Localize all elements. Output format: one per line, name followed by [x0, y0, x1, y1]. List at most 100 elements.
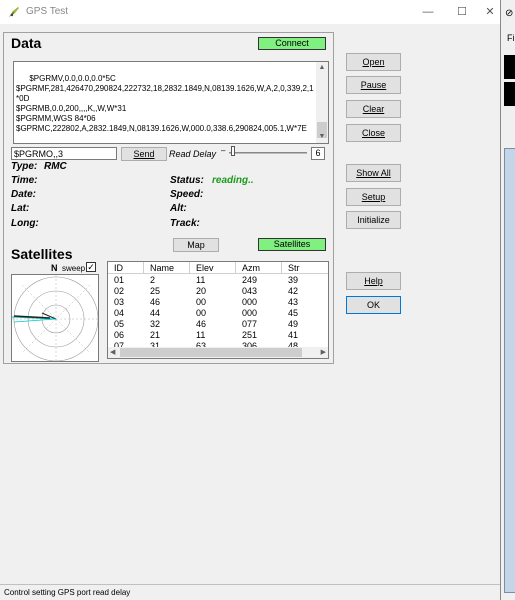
scroll-right-icon[interactable]: ▶: [321, 347, 326, 358]
slider-thumb[interactable]: [231, 146, 235, 156]
send-button[interactable]: Send: [121, 147, 167, 161]
data-heading: Data: [11, 35, 42, 51]
cell-name: 2: [150, 275, 156, 285]
sky-plot-graphic: [12, 275, 98, 361]
gps-panel: Data Connect $PGRMV,0.0,0.0,0.0*5C $PGRM…: [3, 32, 334, 364]
table-row[interactable]: 03 46 00 000 43: [108, 297, 308, 308]
table-row[interactable]: 02 25 20 043 42: [108, 286, 308, 297]
ok-button[interactable]: OK: [346, 296, 401, 314]
cell-elev: 11: [196, 330, 206, 340]
speed-label: Speed:: [170, 189, 204, 200]
cell-azm: 000: [242, 297, 258, 307]
setup-button-label: Setup: [361, 192, 386, 202]
help-button[interactable]: Help: [346, 272, 401, 290]
status-value: reading..: [212, 175, 254, 186]
column-header-id[interactable]: ID: [108, 262, 144, 274]
cell-elev: 11: [196, 275, 206, 285]
slider-track[interactable]: [229, 152, 307, 154]
table-row[interactable]: 04 44 00 000 45: [108, 308, 308, 319]
table-scroll-thumb[interactable]: [120, 348, 302, 357]
background-menu-text: Fi: [507, 33, 515, 43]
cell-str: 45: [288, 308, 299, 318]
cell-id: 01: [114, 275, 125, 285]
command-input[interactable]: $PGRMO,,3: [11, 147, 117, 160]
sweep-checkbox[interactable]: ✓: [86, 262, 96, 272]
open-button[interactable]: Open: [346, 53, 401, 71]
read-delay-value[interactable]: 6: [311, 147, 325, 160]
alt-label: Alt:: [170, 203, 187, 214]
satellite-app-icon: [9, 7, 19, 17]
cell-str: 41: [288, 330, 299, 340]
close-button-label: Close: [361, 128, 385, 138]
cell-id: 03: [114, 297, 125, 307]
nmea-data-textbox[interactable]: $PGRMV,0.0,0.0,0.0*5C $PGRMF,281,426470,…: [13, 61, 329, 144]
initialize-button[interactable]: Initialize: [346, 211, 401, 229]
background-dark-block-1: [504, 55, 515, 79]
satellites-heading: Satellites: [11, 246, 73, 262]
setup-button[interactable]: Setup: [346, 188, 401, 206]
cell-azm: 043: [242, 286, 258, 296]
cell-name: 44: [150, 308, 161, 318]
column-header-str[interactable]: Str: [282, 262, 328, 274]
lat-label: Lat:: [11, 203, 30, 214]
clear-button[interactable]: Clear: [346, 100, 401, 118]
map-button[interactable]: Map: [173, 238, 219, 252]
cell-id: 02: [114, 286, 125, 296]
open-button-label: Open: [362, 57, 385, 67]
table-row[interactable]: 06 21 11 251 41: [108, 330, 308, 341]
table-row[interactable]: 01 2 11 249 39: [108, 275, 308, 286]
nmea-vertical-scrollbar[interactable]: ▲ ▼: [316, 62, 328, 143]
maximize-button[interactable]: ☐: [454, 4, 470, 20]
background-window-strip: ⊘ Fi: [500, 0, 515, 600]
cell-id: 05: [114, 319, 125, 329]
background-window-icon: ⊘: [505, 8, 514, 19]
scroll-down-icon[interactable]: ▼: [316, 131, 328, 143]
scroll-left-icon[interactable]: ◀: [110, 347, 115, 358]
close-button[interactable]: Close: [346, 124, 401, 142]
type-value: RMC: [44, 161, 67, 172]
cell-str: 39: [288, 275, 299, 285]
cell-str: 43: [288, 297, 299, 307]
cell-id: 06: [114, 330, 125, 340]
close-window-button[interactable]: ✕: [482, 4, 498, 20]
status-bar: Control setting GPS port read delay: [0, 584, 500, 600]
satellites-button[interactable]: Satellites: [258, 238, 326, 251]
cell-name: 32: [150, 319, 161, 329]
cell-azm: 000: [242, 308, 258, 318]
cell-name: 21: [150, 330, 161, 340]
pause-button[interactable]: Pause: [346, 76, 401, 94]
north-label: N: [51, 263, 58, 273]
pause-button-label: Pause: [360, 80, 387, 90]
status-label: Status:: [170, 175, 204, 186]
column-header-azm[interactable]: Azm: [236, 262, 282, 274]
cell-elev: 00: [196, 297, 207, 307]
cell-name: 25: [150, 286, 161, 296]
cell-str: 49: [288, 319, 299, 329]
connect-button[interactable]: Connect: [258, 37, 326, 50]
cell-azm: 249: [242, 275, 258, 285]
cell-azm: 251: [242, 330, 258, 340]
table-row[interactable]: 05 32 46 077 49: [108, 319, 308, 330]
clear-button-label: Clear: [362, 104, 385, 114]
table-horizontal-scrollbar[interactable]: ◀ ▶: [108, 347, 328, 358]
cell-elev: 46: [196, 319, 207, 329]
minimize-button[interactable]: —: [420, 4, 436, 20]
column-header-name[interactable]: Name: [144, 262, 190, 274]
column-header-elev[interactable]: Elev: [190, 262, 236, 274]
window-title: GPS Test: [26, 6, 69, 17]
show-all-button[interactable]: Show All: [346, 164, 401, 182]
sweep-label: sweep: [62, 264, 86, 273]
cell-str: 42: [288, 286, 299, 296]
send-button-label: Send: [133, 149, 155, 159]
scroll-up-icon[interactable]: ▲: [316, 62, 328, 74]
slider-min-icon: –: [221, 146, 226, 155]
cell-elev: 00: [196, 308, 207, 318]
cell-name: 46: [150, 297, 161, 307]
long-label: Long:: [11, 218, 39, 229]
show-all-button-label: Show All: [356, 168, 391, 178]
satellites-table[interactable]: ID Name Elev Azm Str 01 2 11 249 39 02 25 2 0 0 43…: [107, 261, 329, 359]
type-label: Type:: [11, 161, 38, 172]
nmea-data-text: $PGRMV,0.0,0.0,0.0*5C $PGRMF,281,426470,…: [16, 74, 314, 133]
title-bar: GPS Test — ☐ ✕: [0, 0, 500, 24]
sky-plot: [11, 274, 99, 362]
